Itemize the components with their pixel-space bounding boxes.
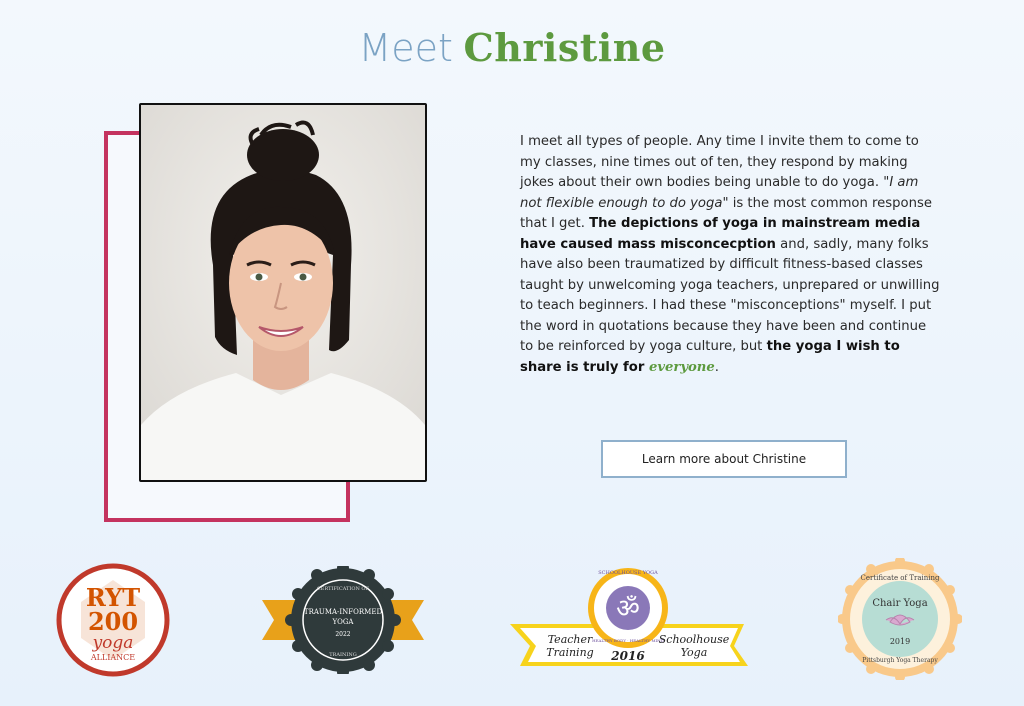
ryt200-badge: RYT 200 yoga ALLIANCE [55, 562, 171, 678]
learn-more-button[interactable]: Learn more about Christine [601, 440, 847, 478]
schoolhouse-arc-top: SCHOOLHOUSE YOGA [598, 570, 658, 576]
schoolhouse-left-1: Teacher [548, 633, 593, 646]
bio-paragraph: I meet all types of people. Any time I i… [520, 132, 940, 378]
ryt-line4: ALLIANCE [90, 653, 135, 662]
chair-arc-top: Certificate of Training [860, 574, 940, 582]
trauma-year: 2022 [335, 631, 350, 638]
chair-yoga-badge: Certificate of Training Chair Yoga 2019 … [837, 556, 963, 682]
trauma-title-1: TRAUMA-INFORMED [304, 608, 383, 616]
portrait-photo [139, 103, 427, 482]
schoolhouse-right-1: Schoolhouse [659, 633, 730, 646]
chair-year: 2019 [890, 637, 910, 646]
schoolhouse-right-2: Yoga [681, 646, 708, 659]
bio-end: . [714, 359, 719, 375]
ryt-line3: yoga [92, 633, 134, 653]
bio-text-3: and, sadly, many folks have also been tr… [520, 236, 940, 355]
bio-text-1: I meet all types of people. Any time I i… [520, 134, 919, 190]
schoolhouse-year: 2016 [610, 649, 645, 663]
trauma-arc-top: CERTIFICATION OF [317, 586, 370, 592]
chair-arc-bottom: Pittsburgh Yoga Therapy [862, 657, 938, 664]
schoolhouse-left-2: Training [546, 646, 593, 659]
trauma-title-2: YOGA [331, 618, 354, 626]
title-name: Christine [463, 25, 666, 70]
title-meet: Meet [358, 26, 453, 70]
bio-everyone: everyone [648, 359, 715, 375]
ryt-line2: 200 [88, 607, 138, 636]
chair-title: Chair Yoga [872, 598, 927, 609]
page-title: Meet Christine [0, 22, 1024, 75]
om-icon: ॐ [616, 594, 640, 624]
trauma-arc-bottom: TRAINING [329, 652, 356, 658]
schoolhouse-arc-bottom: HEALTHY BODY · HEALTHY MIND [592, 638, 664, 643]
trauma-informed-badge: CERTIFICATION OF TRAUMA-INFORMED YOGA 20… [262, 562, 424, 678]
schoolhouse-yoga-badge: SCHOOLHOUSE YOGA ॐ HEALTHY BODY · HEALTH… [508, 566, 750, 670]
